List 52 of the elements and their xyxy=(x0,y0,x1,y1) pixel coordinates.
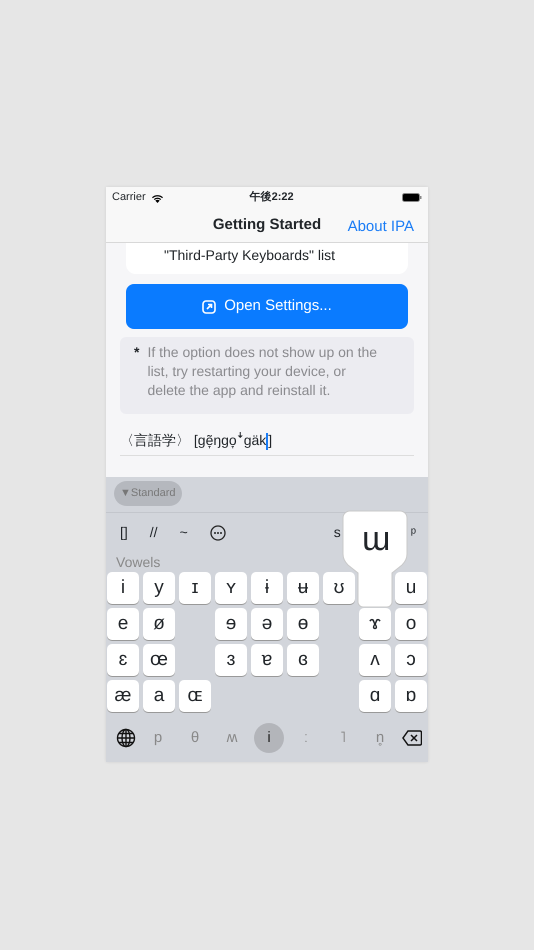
key[interactable]: ɪ xyxy=(179,572,211,604)
toolbar-key[interactable]: s xyxy=(334,522,341,543)
key[interactable]: ə xyxy=(251,608,283,640)
globe-icon[interactable] xyxy=(116,728,136,748)
key[interactable]: ɐ xyxy=(251,644,283,676)
key[interactable]: ɘ xyxy=(215,608,247,640)
delete-icon[interactable] xyxy=(402,730,422,746)
open-settings-button[interactable]: Open Settings... xyxy=(126,284,408,329)
key[interactable]: ʉ xyxy=(287,572,319,604)
key[interactable]: ɜ xyxy=(215,644,247,676)
card-text: "Third-Party Keyboards" list xyxy=(126,243,408,274)
key-popup[interactable] xyxy=(342,510,408,608)
about-link[interactable]: About IPA xyxy=(348,216,414,238)
key[interactable]: ʊ xyxy=(323,572,355,604)
battery-icon xyxy=(402,193,422,202)
external-link-icon xyxy=(202,300,216,314)
asterisk: * xyxy=(134,343,140,362)
key[interactable]: a xyxy=(143,680,175,712)
key[interactable]: ɶ xyxy=(179,680,211,712)
key[interactable]: ɞ xyxy=(287,644,319,676)
toolbar-key[interactable]: ᵖ xyxy=(410,522,416,543)
section-label: Vowels xyxy=(115,553,162,572)
key[interactable]: ø xyxy=(143,608,175,640)
carrier-label: Carrier xyxy=(112,190,146,206)
key[interactable]: u xyxy=(395,572,427,604)
key[interactable]: ɵ xyxy=(287,608,319,640)
key[interactable]: ɛ xyxy=(107,644,139,676)
key-label: ɯ xyxy=(362,519,390,560)
key[interactable]: ʏ xyxy=(215,572,247,604)
text-cursor xyxy=(266,432,268,450)
more-icon[interactable] xyxy=(210,524,226,540)
key[interactable]: e xyxy=(107,608,139,640)
toolbar-key[interactable]: // xyxy=(150,522,158,543)
key[interactable]: æ xyxy=(107,680,139,712)
nav-title: Getting Started xyxy=(212,214,322,235)
key[interactable]: ʌ xyxy=(359,644,391,676)
note-text: If the option does not show up on the list, try restarting your device, or delete the app and reinstall it. xyxy=(147,343,378,400)
key[interactable]: ɨ xyxy=(251,572,283,604)
wifi-icon xyxy=(150,192,164,202)
key[interactable]: i xyxy=(107,572,139,604)
bottom-key[interactable]: i xyxy=(254,723,284,753)
key[interactable]: o xyxy=(395,608,427,640)
key[interactable]: ɒ xyxy=(395,680,427,712)
key[interactable]: y xyxy=(143,572,175,604)
toolbar-key[interactable]: [] xyxy=(120,522,128,543)
key[interactable]: ɤ xyxy=(359,608,391,640)
clock-time: 午後2:22 xyxy=(250,190,294,206)
toolbar-key[interactable]: ~ xyxy=(180,522,188,543)
key[interactable]: œ xyxy=(143,644,175,676)
key[interactable]: ɑ xyxy=(359,680,391,712)
text-input-field[interactable]: 〈言語学〉 [gẽ̞ŋgo̞ꜜgäk] xyxy=(120,426,414,456)
key[interactable]: ɔ xyxy=(395,644,427,676)
